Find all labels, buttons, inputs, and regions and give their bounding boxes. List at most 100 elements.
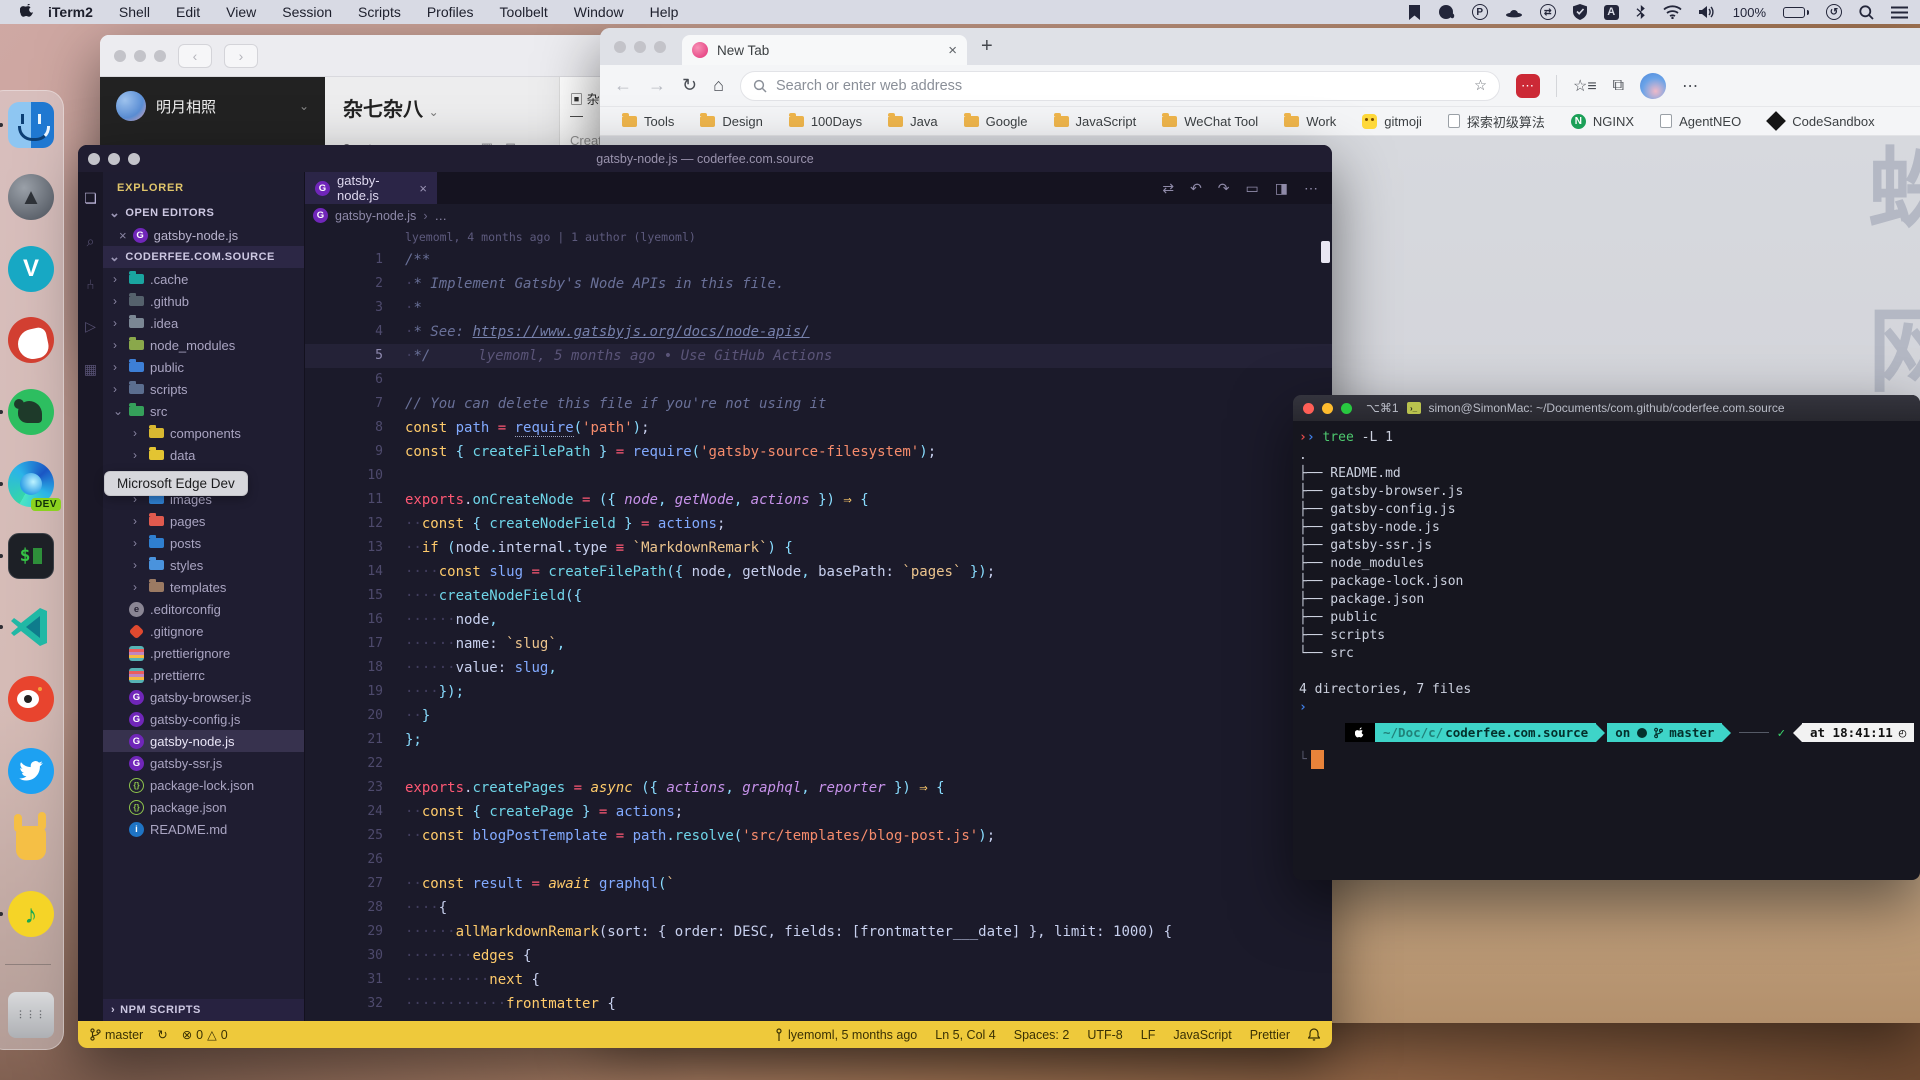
- more-actions-icon[interactable]: ⋯: [1304, 180, 1318, 197]
- status-spaces-2[interactable]: Spaces: 2: [1014, 1028, 1070, 1042]
- tree-item-.cache[interactable]: ›.cache: [103, 268, 304, 290]
- tree-item-data[interactable]: ›data: [103, 444, 304, 466]
- bookmark-page[interactable]: AgentNEO: [1660, 114, 1741, 129]
- home-icon[interactable]: ⌂: [713, 75, 724, 96]
- bookmark-folder[interactable]: Java: [888, 114, 937, 129]
- close-icon[interactable]: ×: [119, 228, 127, 243]
- evernote-icon[interactable]: [1438, 4, 1455, 20]
- tab-close-icon[interactable]: ×: [419, 181, 427, 196]
- zoom-button[interactable]: [654, 41, 666, 53]
- tree-item-.prettierignore[interactable]: .prettierignore: [103, 642, 304, 664]
- tree-item-styles[interactable]: ›styles: [103, 554, 304, 576]
- tree-item-package-lock.json[interactable]: {}package-lock.json: [103, 774, 304, 796]
- tree-item-.github[interactable]: ›.github: [103, 290, 304, 312]
- tree-item-package.json[interactable]: {}package.json: [103, 796, 304, 818]
- bookmark-folder[interactable]: Tools: [622, 114, 674, 129]
- tree-item-templates[interactable]: ›templates: [103, 576, 304, 598]
- status-javascript[interactable]: JavaScript: [1173, 1028, 1231, 1042]
- dock-app-edge-dev[interactable]: DEV: [7, 460, 55, 508]
- apple-menu-icon[interactable]: [20, 4, 34, 20]
- status-blame[interactable]: lyemoml, 5 months ago: [774, 1028, 917, 1042]
- menu-item-edit[interactable]: Edit: [176, 4, 200, 20]
- bookmark-folder[interactable]: Google: [964, 114, 1028, 129]
- bookmark-page[interactable]: 探索初级算法: [1448, 112, 1545, 131]
- status-utf-8[interactable]: UTF-8: [1087, 1028, 1122, 1042]
- status-prettier[interactable]: Prettier: [1250, 1028, 1290, 1042]
- shield-check-icon[interactable]: [1573, 4, 1587, 20]
- tree-item-.gitignore[interactable]: .gitignore: [103, 620, 304, 642]
- open-editors-header[interactable]: ⌄ OPEN EDITORS: [103, 202, 304, 224]
- tree-item-gatsby-browser.js[interactable]: Ggatsby-browser.js: [103, 686, 304, 708]
- dock-app-launchpad[interactable]: ▲: [7, 173, 55, 221]
- close-button[interactable]: [1303, 403, 1314, 414]
- favorites-icon[interactable]: ☆≡: [1573, 76, 1597, 96]
- tree-item-gatsby-node.js[interactable]: Ggatsby-node.js: [103, 730, 304, 752]
- terminal-body[interactable]: ›› tree -L 1 .├── README.md├── gatsby-br…: [1293, 421, 1920, 880]
- extensions-icon[interactable]: ▦: [84, 361, 97, 378]
- backup-arrow-icon[interactable]: ↺: [1826, 4, 1842, 20]
- tree-item-gatsby-ssr.js[interactable]: Ggatsby-ssr.js: [103, 752, 304, 774]
- compare-icon[interactable]: ⇄: [1162, 180, 1174, 197]
- bookmark-folder[interactable]: JavaScript: [1054, 114, 1137, 129]
- menu-item-help[interactable]: Help: [650, 4, 679, 20]
- bookmark-folder[interactable]: Work: [1284, 114, 1336, 129]
- parallels-p-icon[interactable]: P: [1472, 4, 1488, 20]
- notebook-title[interactable]: 杂七杂八 ⌄: [343, 93, 541, 122]
- search-icon[interactable]: ⌕: [87, 233, 95, 250]
- open-editor-item[interactable]: × G gatsby-node.js: [103, 224, 304, 246]
- bookmark-codesandbox[interactable]: CodeSandbox: [1767, 114, 1874, 129]
- tree-item-scripts[interactable]: ›scripts: [103, 378, 304, 400]
- tab-close-icon[interactable]: ×: [948, 42, 957, 59]
- menu-item-toolbelt[interactable]: Toolbelt: [500, 4, 548, 20]
- menu-list-icon[interactable]: [1891, 4, 1908, 20]
- transfer-circle-icon[interactable]: ⇄: [1540, 4, 1556, 20]
- code-editor[interactable]: lyemoml, 4 months ago | 1 author (lyemom…: [305, 227, 1332, 1021]
- menu-item-iterm2[interactable]: iTerm2: [48, 4, 93, 20]
- dock-app-qq-music[interactable]: ♪: [7, 890, 55, 938]
- forward-icon[interactable]: →: [648, 75, 666, 96]
- bluetooth-icon[interactable]: [1636, 4, 1646, 20]
- minimize-button[interactable]: [134, 50, 146, 62]
- tree-item-public[interactable]: ›public: [103, 356, 304, 378]
- menu-item-scripts[interactable]: Scripts: [358, 4, 401, 20]
- bookmark-emoji[interactable]: gitmoji: [1362, 114, 1422, 129]
- profile-avatar[interactable]: [1640, 73, 1666, 99]
- input-a-icon[interactable]: A: [1604, 4, 1619, 20]
- tree-item-gatsby-config.js[interactable]: Ggatsby-config.js: [103, 708, 304, 730]
- sync-status[interactable]: ↻: [157, 1027, 167, 1042]
- dock-app-evernote[interactable]: [7, 388, 55, 436]
- dock-app-bear[interactable]: [7, 316, 55, 364]
- back-icon[interactable]: ←: [614, 75, 632, 96]
- menu-item-window[interactable]: Window: [574, 4, 624, 20]
- minimize-button[interactable]: [634, 41, 646, 53]
- alfred-hat-icon[interactable]: [1505, 4, 1523, 20]
- collections-icon[interactable]: ⧉: [1613, 77, 1624, 95]
- menu-item-view[interactable]: View: [226, 4, 256, 20]
- menu-item-session[interactable]: Session: [282, 4, 332, 20]
- bookmark-nginx[interactable]: NNGINX: [1571, 114, 1634, 129]
- menu-item-profiles[interactable]: Profiles: [427, 4, 474, 20]
- minimize-button[interactable]: [1322, 403, 1333, 414]
- zoom-button[interactable]: [1341, 403, 1352, 414]
- dock-app-twitter[interactable]: [7, 747, 55, 795]
- forward-button[interactable]: ›: [224, 44, 258, 68]
- tree-item-posts[interactable]: ›posts: [103, 532, 304, 554]
- browser-tab[interactable]: New Tab ×: [682, 35, 967, 65]
- dock-app-vscode[interactable]: [7, 603, 55, 651]
- dock-app-finder[interactable]: [7, 101, 55, 149]
- dock-app-v-app[interactable]: V: [7, 245, 55, 293]
- nav-back-icon[interactable]: ↶: [1190, 180, 1202, 197]
- wifi-icon[interactable]: [1663, 4, 1682, 20]
- volume-icon[interactable]: [1699, 4, 1716, 20]
- back-button[interactable]: ‹: [178, 44, 212, 68]
- close-button[interactable]: [114, 50, 126, 62]
- nav-forward-icon[interactable]: ↷: [1218, 180, 1230, 197]
- tree-item-src[interactable]: ⌄src: [103, 400, 304, 422]
- dock-app-trash[interactable]: ⋮⋮⋮: [7, 991, 55, 1039]
- project-section-header[interactable]: ⌄ CODERFEE.COM.SOURCE: [103, 246, 304, 268]
- spotlight-search-icon[interactable]: [1859, 4, 1874, 20]
- status-lf[interactable]: LF: [1141, 1028, 1156, 1042]
- status-ln-5-col-4[interactable]: Ln 5, Col 4: [935, 1028, 995, 1042]
- menu-item-shell[interactable]: Shell: [119, 4, 150, 20]
- breadcrumb[interactable]: G gatsby-node.js › …: [305, 204, 1332, 227]
